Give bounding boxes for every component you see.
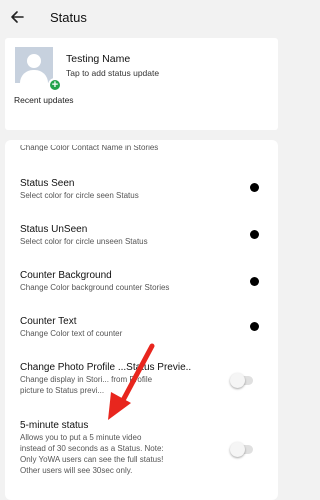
my-status-subtitle[interactable]: Tap to add status update — [66, 68, 159, 78]
setting-title: Counter Background — [20, 270, 112, 281]
my-status-name[interactable]: Testing Name — [66, 53, 130, 65]
setting-title: Status UnSeen — [20, 224, 88, 235]
page-title: Status — [50, 10, 87, 25]
setting-subtitle-line: Other users will see 30sec only. — [20, 466, 133, 475]
setting-status-seen[interactable]: Status Seen Select color for circle seen… — [20, 177, 230, 201]
setting-subtitle-line: Allows you to put a 5 minute video — [20, 433, 142, 442]
status-settings-panel: Change Color Contact Name in Stories Sta… — [5, 140, 278, 500]
setting-status-unseen[interactable]: Status UnSeen Select color for circle un… — [20, 223, 230, 247]
setting-subtitle-line: Change display in Stori... from Profile — [20, 375, 153, 384]
avatar[interactable]: + — [15, 47, 62, 92]
color-dot-counter-background[interactable] — [250, 277, 259, 286]
color-dot-status-unseen[interactable] — [250, 230, 259, 239]
setting-subtitle: Change Color background counter Stories — [20, 283, 170, 292]
color-dot-counter-text[interactable] — [250, 322, 259, 331]
setting-title: 5-minute status — [20, 420, 89, 431]
color-dot-status-seen[interactable] — [250, 183, 259, 192]
setting-subtitle: Select color for circle seen Status — [20, 191, 139, 200]
toggle-knob — [230, 373, 245, 388]
setting-counter-text[interactable]: Counter Text Change Color text of counte… — [20, 315, 230, 339]
setting-subtitle-line: instead of 30 seconds as a Status. Note: — [20, 444, 164, 453]
setting-counter-background[interactable]: Counter Background Change Color backgrou… — [20, 269, 230, 293]
avatar-body-shape — [20, 70, 48, 83]
setting-subtitle-line: Only YoWA users can see the full status! — [20, 455, 164, 464]
setting-subtitle-line: picture to Status previ... — [20, 386, 105, 395]
setting-title: Status Seen — [20, 178, 75, 189]
toggle-knob — [230, 442, 245, 457]
setting-subtitle: Change Color text of counter — [20, 329, 123, 338]
toggle-5-minute-status[interactable] — [230, 442, 253, 457]
add-status-plus-icon[interactable]: + — [48, 78, 62, 92]
avatar-head-shape — [27, 54, 41, 68]
app-bar: Status — [0, 0, 283, 36]
setting-title: Change Photo Profile ...Status Previe.. — [20, 362, 192, 373]
back-arrow-icon[interactable] — [10, 9, 24, 25]
setting-title: Counter Text — [20, 316, 77, 327]
my-status-card: + Testing Name Tap to add status update … — [5, 38, 278, 130]
setting-5-minute-status[interactable]: 5-minute status Allows you to put a 5 mi… — [20, 419, 230, 476]
cut-item-subtitle: Change Color Contact Name in Stories — [20, 145, 159, 151]
toggle-photo-profile-preview[interactable] — [230, 373, 253, 388]
setting-change-photo-profile[interactable]: Change Photo Profile ...Status Previe.. … — [20, 361, 230, 396]
setting-subtitle: Select color for circle unseen Status — [20, 237, 148, 246]
recent-updates-heading: Recent updates — [14, 95, 74, 105]
